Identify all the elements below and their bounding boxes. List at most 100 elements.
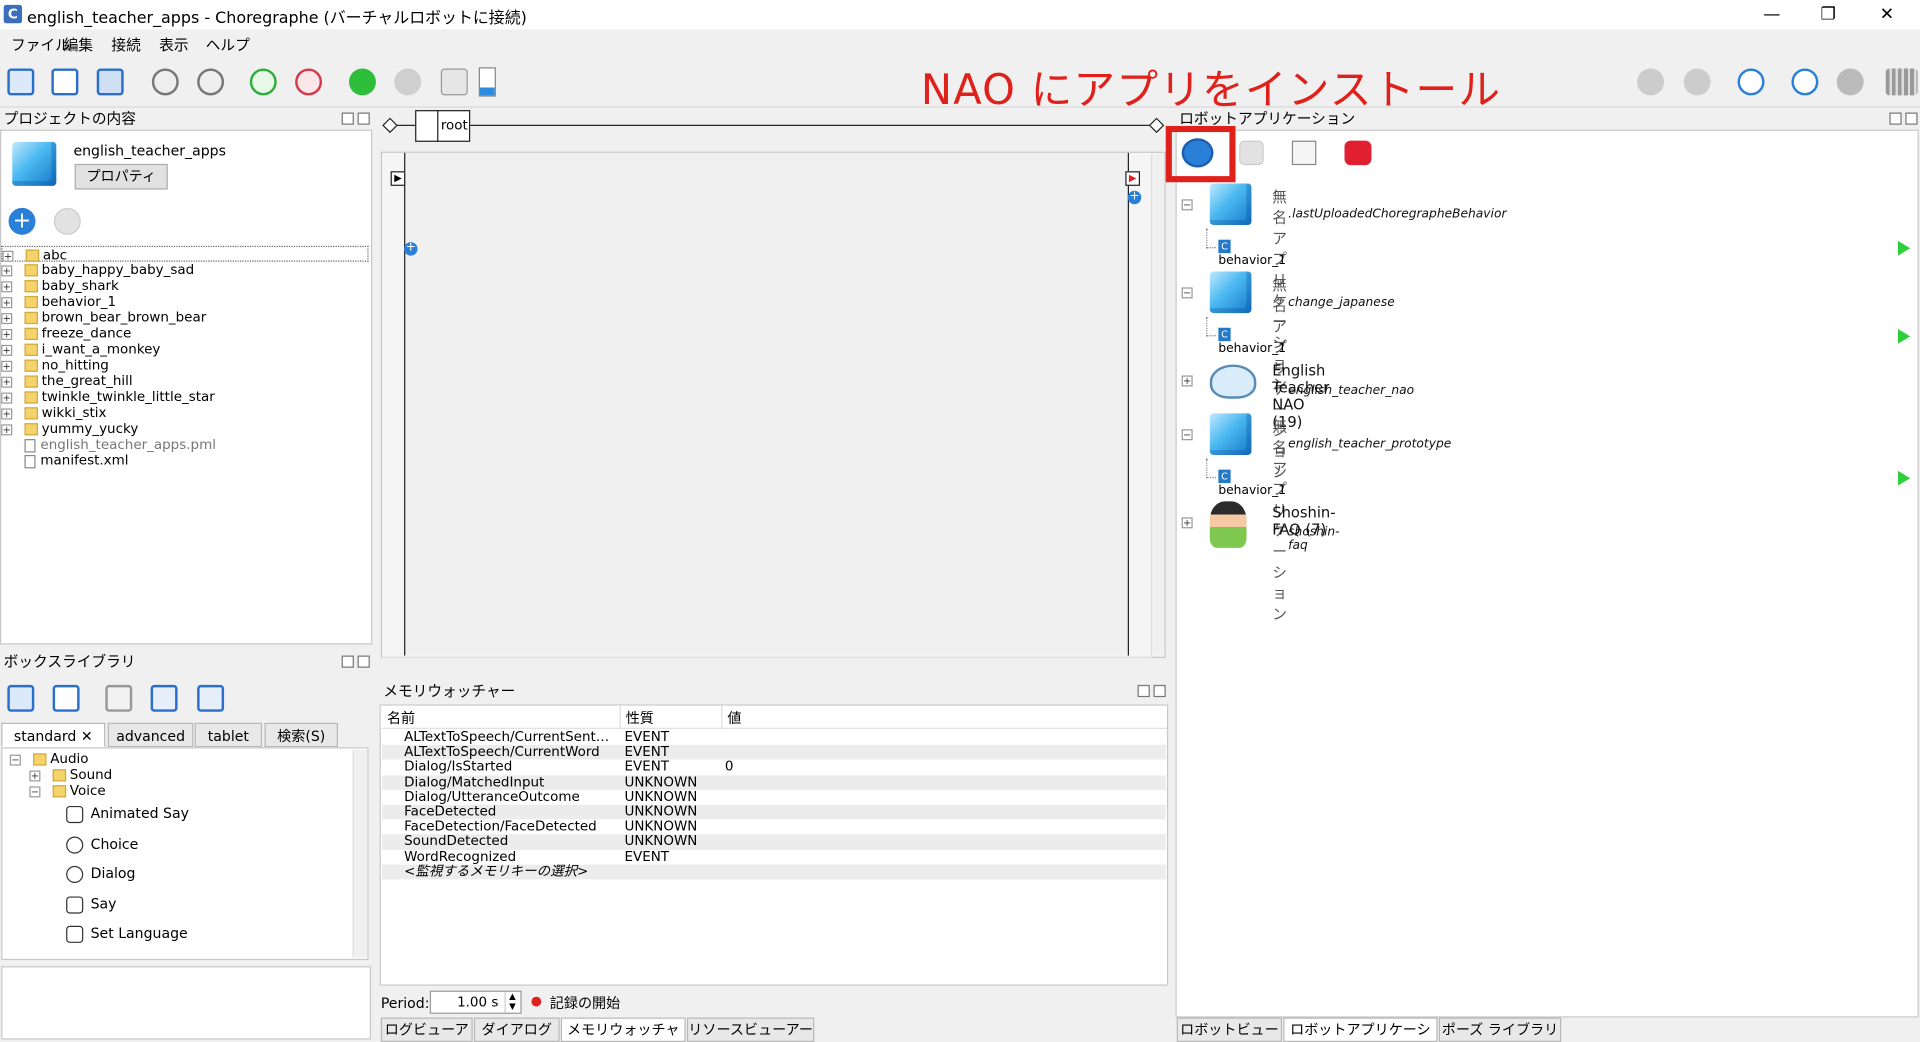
- app-expand-icon[interactable]: +: [1181, 517, 1193, 529]
- stop-all-apps-icon[interactable]: [1344, 140, 1372, 166]
- tab-advanced[interactable]: advanced: [107, 722, 194, 748]
- behavior-item[interactable]: Cbehavior_1: [1218, 239, 1286, 267]
- spinbox-arrows-icon[interactable]: ▲ ▼: [504, 991, 519, 1013]
- project-tree-item[interactable]: manifest.xml: [1, 453, 368, 469]
- redo-icon[interactable]: [197, 68, 225, 96]
- run-behavior-icon[interactable]: [1897, 240, 1911, 256]
- library-item-say[interactable]: Say: [66, 890, 117, 917]
- default-app-icon[interactable]: [1291, 140, 1317, 166]
- panel-close-icon[interactable]: [1905, 112, 1918, 125]
- app-expand-icon[interactable]: −: [1181, 199, 1193, 211]
- project-tree-item[interactable]: + baby_shark: [1, 278, 368, 294]
- settings-gear-icon[interactable]: [1836, 68, 1864, 96]
- record-start-button[interactable]: 記録の開始: [550, 993, 620, 1013]
- panel-close-icon[interactable]: [1153, 684, 1166, 698]
- tab-standard[interactable]: standard ✕: [1, 722, 106, 748]
- add-item-icon[interactable]: +: [8, 207, 36, 235]
- expand-icon[interactable]: +: [1, 407, 13, 419]
- tab-log-viewer[interactable]: ログビューア: [380, 1017, 473, 1042]
- library-sync-icon[interactable]: [197, 684, 225, 712]
- library-edit-icon[interactable]: [150, 684, 178, 712]
- sleep-icon[interactable]: [1791, 68, 1819, 96]
- disconnect-icon[interactable]: [295, 68, 323, 96]
- memory-row[interactable]: SoundDetected UNKNOWN: [382, 834, 1166, 850]
- expand-icon[interactable]: +: [1, 312, 13, 324]
- project-tree-item[interactable]: + behavior_1: [1, 294, 368, 309]
- behavior-item[interactable]: Cbehavior_1: [1218, 327, 1286, 355]
- expand-icon[interactable]: +: [1, 360, 13, 372]
- menu-view[interactable]: 表示: [159, 34, 188, 55]
- expand-icon[interactable]: +: [1, 391, 13, 403]
- menu-connect[interactable]: 接続: [111, 34, 140, 55]
- volume-icon[interactable]: [1637, 68, 1665, 96]
- menu-edit[interactable]: 編集: [64, 34, 93, 55]
- expand-icon[interactable]: +: [2, 250, 14, 262]
- connect-icon[interactable]: [249, 68, 277, 96]
- install-app-icon[interactable]: [1181, 138, 1214, 168]
- memory-row[interactable]: Dialog/IsStarted EVENT 0: [382, 759, 1166, 775]
- tab-robot-view[interactable]: ロボットビュー: [1176, 1017, 1283, 1042]
- tab-memory-watcher[interactable]: メモリウォッチャー: [560, 1017, 686, 1042]
- tab-close-icon[interactable]: ✕: [81, 728, 93, 745]
- tab-pose-library[interactable]: ポーズ ライブラリ: [1438, 1017, 1562, 1042]
- menu-help[interactable]: ヘルプ: [206, 34, 250, 55]
- panel-close-icon[interactable]: [357, 655, 370, 668]
- expand-icon[interactable]: +: [1, 296, 13, 308]
- app-expand-icon[interactable]: −: [1181, 429, 1193, 441]
- add-output-icon[interactable]: +: [1127, 190, 1142, 205]
- tab-tablet[interactable]: tablet: [194, 722, 263, 748]
- delete-item-icon[interactable]: [53, 207, 81, 235]
- memory-row[interactable]: ALTextToSpeech/CurrentSent… EVENT: [382, 729, 1166, 746]
- library-item-animated-say[interactable]: Animated Say: [66, 800, 189, 827]
- expand-icon[interactable]: +: [1, 328, 13, 340]
- library-item-icon[interactable]: [105, 684, 133, 712]
- memory-row[interactable]: WordRecognized EVENT: [382, 849, 1166, 865]
- warning-icon[interactable]: [440, 68, 468, 96]
- project-tree-item[interactable]: + baby_happy_baby_sad: [1, 262, 368, 278]
- column-name[interactable]: 名前: [387, 708, 415, 728]
- project-tree-item[interactable]: + abc: [1, 245, 369, 263]
- library-item-set-language[interactable]: Set Language: [66, 920, 188, 947]
- stop-icon[interactable]: [394, 68, 422, 96]
- memory-row[interactable]: ALTextToSpeech/CurrentWord EVENT: [382, 744, 1166, 760]
- column-type[interactable]: 性質: [626, 708, 654, 728]
- expand-icon[interactable]: +: [1, 376, 13, 388]
- run-behavior-icon[interactable]: [1897, 328, 1911, 344]
- project-tree-item[interactable]: + i_want_a_monkey: [1, 341, 368, 357]
- onstopped-output-icon[interactable]: ▶: [1125, 171, 1141, 186]
- flow-horizontal-scrollbar[interactable]: [382, 656, 1152, 671]
- memory-row[interactable]: FaceDetection/FaceDetected UNKNOWN: [382, 819, 1166, 835]
- heart-icon[interactable]: [1737, 68, 1765, 96]
- menu-file[interactable]: ファイル: [11, 34, 70, 55]
- behavior-item[interactable]: Cbehavior_1: [1218, 469, 1286, 497]
- memory-row[interactable]: Dialog/UtteranceOutcome UNKNOWN: [382, 789, 1166, 805]
- save-project-icon[interactable]: [96, 68, 124, 96]
- library-scrollbar[interactable]: [352, 749, 368, 958]
- project-tree-item[interactable]: english_teacher_apps.pml: [1, 437, 368, 453]
- memory-row[interactable]: FaceDetected UNKNOWN: [382, 804, 1166, 820]
- panel-float-icon[interactable]: [1137, 684, 1150, 698]
- project-tree-item[interactable]: + the_great_hill: [1, 373, 368, 389]
- app-expand-icon[interactable]: +: [1181, 375, 1193, 387]
- column-value[interactable]: 値: [727, 708, 741, 728]
- tab-resource-viewer[interactable]: リソースビューアー: [686, 1017, 815, 1042]
- delete-app-icon[interactable]: [1239, 140, 1264, 166]
- new-box-icon[interactable]: [7, 684, 35, 712]
- tree-voice[interactable]: − Voice: [29, 783, 106, 799]
- tab-robot-applications[interactable]: ロボットアプリケーション: [1283, 1017, 1438, 1042]
- memory-row[interactable]: <監視するメモリキーの選択>: [382, 864, 1166, 880]
- project-tree-item[interactable]: + no_hitting: [1, 357, 368, 373]
- open-project-icon[interactable]: [51, 68, 79, 96]
- expand-icon[interactable]: +: [1, 423, 13, 435]
- panel-float-icon[interactable]: [341, 112, 354, 125]
- panel-close-icon[interactable]: [357, 112, 370, 125]
- memory-row[interactable]: Dialog/MatchedInput UNKNOWN: [382, 774, 1166, 790]
- expand-icon[interactable]: +: [1, 344, 13, 356]
- minimize-button[interactable]: —: [1753, 2, 1790, 26]
- panel-float-icon[interactable]: [1889, 112, 1902, 125]
- project-tree-item[interactable]: + brown_bear_brown_bear: [1, 309, 368, 325]
- flow-workspace[interactable]: [404, 152, 1129, 656]
- root-box[interactable]: root: [415, 110, 471, 142]
- expand-icon[interactable]: +: [1, 264, 13, 276]
- project-tree-item[interactable]: + wikki_stix: [1, 405, 368, 421]
